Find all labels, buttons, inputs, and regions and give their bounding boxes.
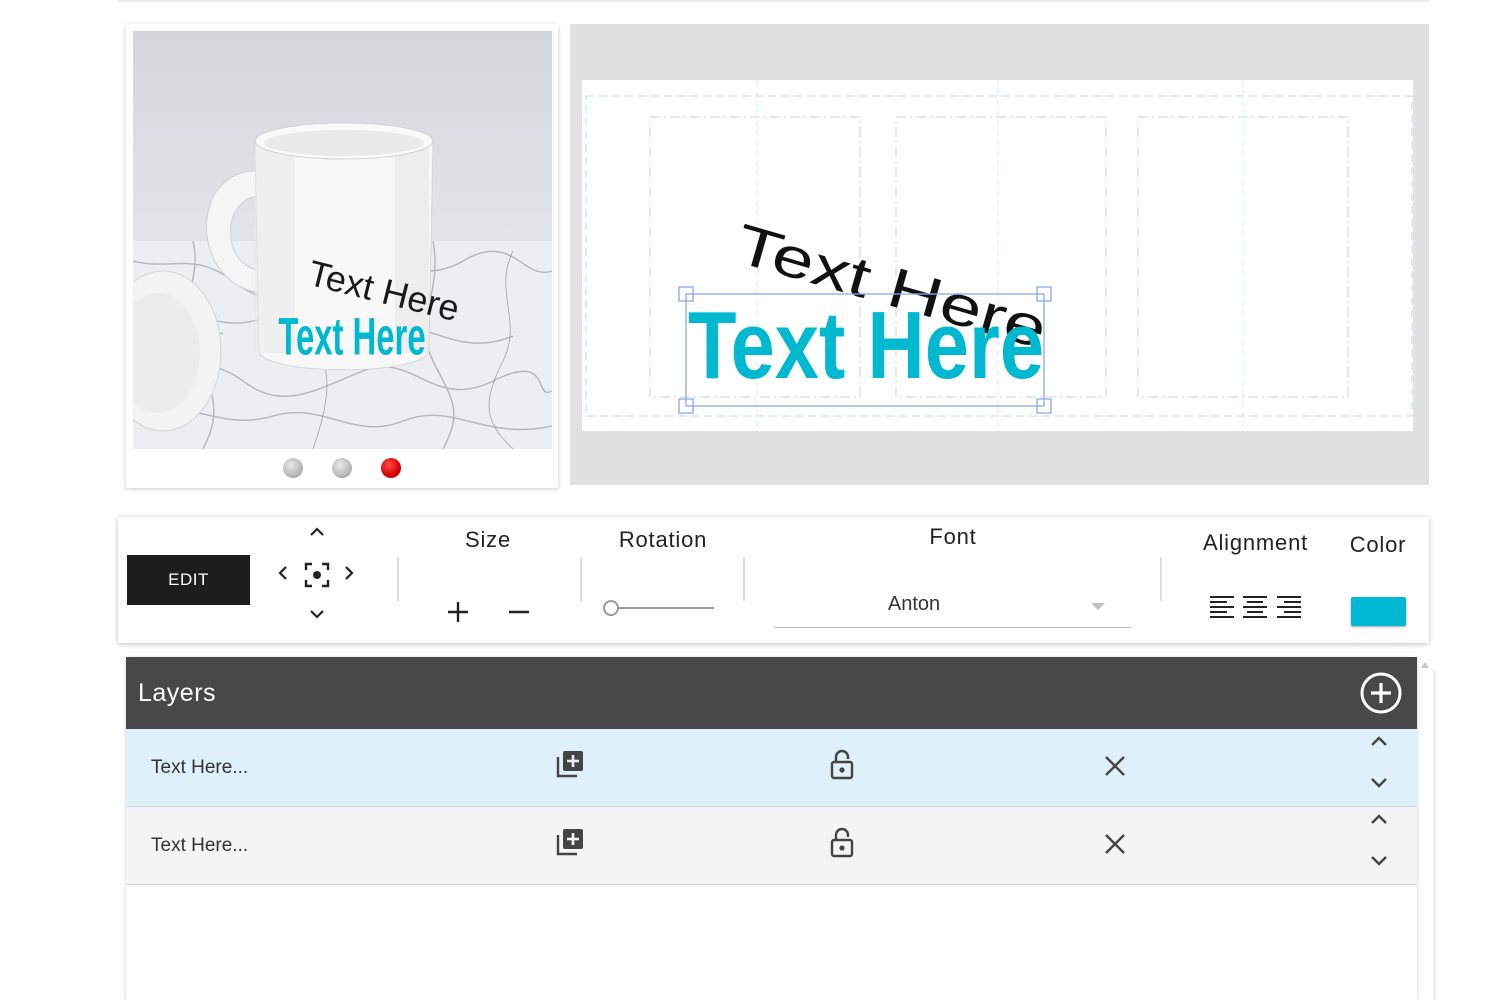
view-dot-1[interactable] [283,458,303,478]
align-center-icon[interactable] [1240,593,1270,621]
layer-row[interactable]: Text Here... [126,807,1417,885]
edit-button[interactable]: EDIT [127,555,250,605]
divider [580,557,582,601]
rotation-label: Rotation [618,527,708,552]
layers-title: Layers [138,679,217,707]
rotation-slider-track[interactable] [611,607,714,609]
layer-row[interactable]: Text Here... [126,729,1417,807]
duplicate-icon[interactable] [554,826,586,858]
move-down-icon[interactable] [306,607,328,623]
color-swatch[interactable] [1351,597,1406,626]
divider [397,557,399,601]
layer-name: Text Here... [151,757,249,778]
duplicate-icon[interactable] [554,748,586,780]
view-selector [126,458,558,482]
color-label: Color [1349,532,1407,557]
center-icon[interactable] [303,561,331,589]
view-dot-2[interactable] [332,458,352,478]
divider [1160,557,1162,601]
move-left-icon[interactable] [274,562,290,584]
font-select[interactable]: Anton [774,587,1131,628]
chevron-up-icon[interactable] [1368,732,1390,750]
mug-preview-image: Text Here Text Here [133,31,552,449]
chevron-up-icon[interactable] [1368,810,1390,828]
layers-panel: Layers Text Here... Text Here... [126,657,1417,1000]
lock-icon[interactable] [828,826,856,860]
align-left-icon[interactable] [1207,593,1237,621]
close-icon[interactable] [1102,831,1128,857]
font-value: Anton [887,593,941,615]
move-right-icon[interactable] [342,562,358,584]
lock-icon[interactable] [828,748,856,782]
rotation-slider-thumb[interactable] [603,600,619,616]
design-canvas[interactable]: Text Here Text Here [582,80,1413,431]
font-label: Font [929,524,977,549]
chevron-down-icon[interactable] [1368,774,1390,792]
chevron-down-icon[interactable] [1368,852,1390,870]
canvas-main-text: Text Here [688,292,1044,399]
size-increase-button[interactable] [443,597,473,627]
top-divider [118,0,1430,2]
mug-preview-card: Text Here Text Here [126,24,558,488]
scroll-up-arrow[interactable] [1421,662,1429,668]
close-icon[interactable] [1102,753,1128,779]
add-circle-icon[interactable] [1358,670,1404,716]
edit-toolbar: EDIT Size Rotation Font Anton Alignment … [118,517,1429,643]
scrollbar[interactable] [1433,670,1436,1000]
size-label: Size [465,527,511,552]
size-decrease-button[interactable] [504,597,534,627]
move-up-icon[interactable] [306,523,328,539]
chevron-down-icon [1091,603,1105,610]
view-dot-3[interactable] [381,458,401,478]
layers-header: Layers [126,657,1417,729]
divider [743,557,745,601]
design-canvas-area: Text Here Text Here [570,24,1429,485]
layer-name: Text Here... [151,835,249,856]
align-right-icon[interactable] [1274,593,1304,621]
alignment-label: Alignment [1202,530,1309,555]
